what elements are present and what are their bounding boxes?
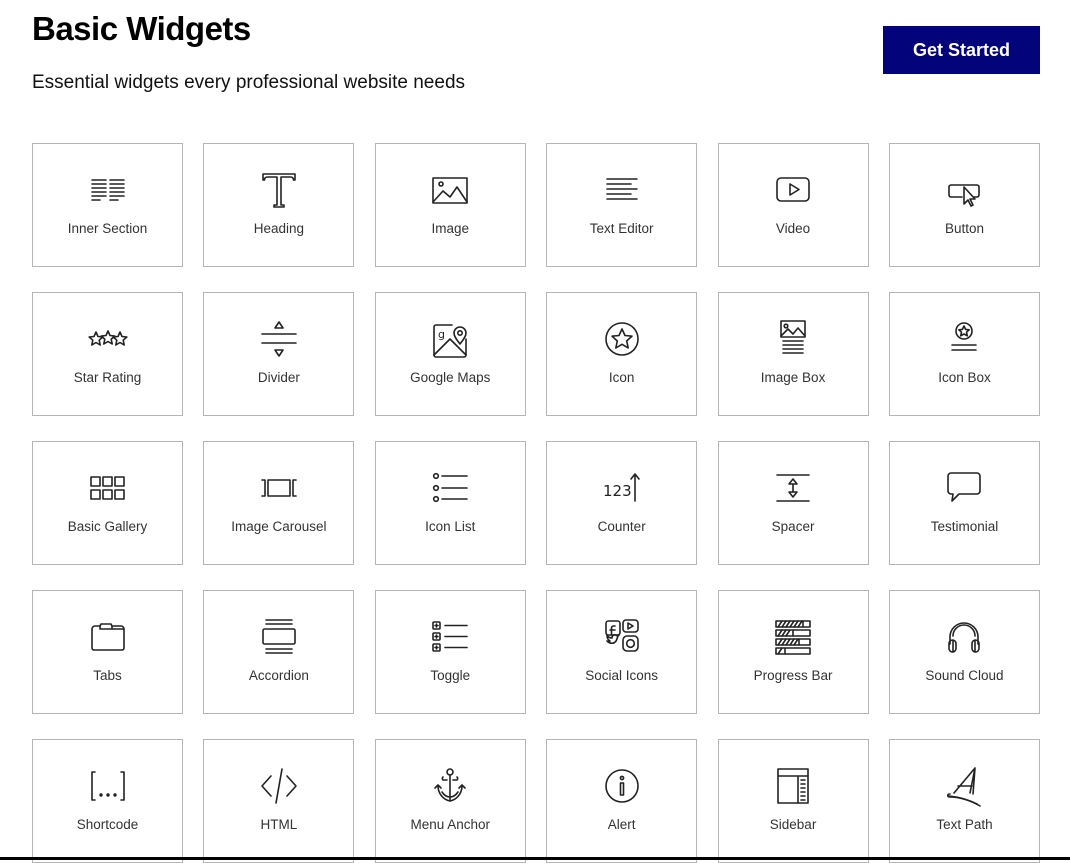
sidebar-layout-icon	[773, 766, 813, 806]
widget-label: Heading	[253, 221, 305, 236]
spacer-icon	[773, 468, 813, 508]
progress-bars-icon	[773, 617, 813, 657]
widget-label: Progress Bar	[753, 668, 833, 683]
widget-label: Inner Section	[67, 221, 148, 236]
widget-label: Shortcode	[76, 817, 139, 832]
toggle-list-icon	[430, 617, 470, 657]
carousel-icon	[259, 468, 299, 508]
widget-card-accordion[interactable]: Accordion	[203, 590, 355, 714]
star-circle-icon	[602, 319, 642, 359]
shortcode-brackets-icon	[88, 766, 128, 806]
widget-card-progress-bar[interactable]: Progress Bar	[717, 590, 869, 714]
widget-card-spacer[interactable]: Spacer	[717, 441, 869, 565]
svg-text:g: g	[438, 328, 445, 341]
tabs-folder-icon	[88, 617, 128, 657]
widget-label: Basic Gallery	[67, 519, 148, 534]
widget-label: Button	[944, 221, 984, 236]
widget-card-icon-list[interactable]: Icon List	[374, 441, 526, 565]
widget-card-sidebar[interactable]: Sidebar	[717, 739, 869, 863]
video-icon	[773, 170, 813, 210]
widget-card-icon[interactable]: Icon	[546, 292, 698, 416]
widget-label: Text Editor	[589, 221, 654, 236]
widget-label: Divider	[257, 370, 300, 385]
widget-label: Google Maps	[410, 370, 491, 385]
widget-label: Text Path	[936, 817, 993, 832]
widget-label: Video	[775, 221, 811, 236]
button-icon	[944, 170, 984, 210]
widget-card-inner-section[interactable]: Inner Section	[32, 143, 183, 267]
divider-icon	[259, 319, 299, 359]
widget-card-menu-anchor[interactable]: Menu Anchor	[374, 739, 526, 863]
widget-label: Icon	[608, 370, 635, 385]
counter-icon: 123	[602, 468, 642, 508]
widget-label: Menu Anchor	[410, 817, 491, 832]
social-icons-icon	[602, 617, 642, 657]
widget-label: Image Box	[760, 370, 826, 385]
widget-card-social-icons[interactable]: Social Icons	[546, 590, 698, 714]
widget-card-html[interactable]: HTML	[203, 739, 355, 863]
widget-card-text-path[interactable]: Text Path	[888, 739, 1040, 863]
speech-bubble-icon	[944, 468, 984, 508]
widget-label: HTML	[260, 817, 298, 832]
widget-label: Sound Cloud	[925, 668, 1004, 683]
accordion-icon	[259, 617, 299, 657]
image-box-icon	[773, 319, 813, 359]
widget-label: Spacer	[771, 519, 815, 534]
widget-label: Tabs	[93, 668, 122, 683]
gallery-grid-icon	[88, 468, 128, 508]
headphones-icon	[944, 617, 984, 657]
widget-label: Counter	[597, 519, 646, 534]
widget-card-text-editor[interactable]: Text Editor	[546, 143, 698, 267]
widget-card-tabs[interactable]: Tabs	[32, 590, 183, 714]
widget-grid: Inner Section Heading Image Text Editor …	[32, 143, 1040, 863]
heading-icon	[259, 170, 299, 210]
widget-card-star-rating[interactable]: Star Rating	[32, 292, 183, 416]
widget-card-heading[interactable]: Heading	[203, 143, 355, 267]
icon-list-icon	[430, 468, 470, 508]
widget-card-video[interactable]: Video	[717, 143, 869, 267]
widget-card-image-carousel[interactable]: Image Carousel	[203, 441, 355, 565]
widget-label: Sidebar	[769, 817, 817, 832]
anchor-icon	[430, 766, 470, 806]
widget-card-icon-box[interactable]: Icon Box	[888, 292, 1040, 416]
widget-label: Toggle	[430, 668, 471, 683]
text-path-icon	[944, 766, 984, 806]
widget-card-button[interactable]: Button	[888, 143, 1040, 267]
google-maps-icon: g	[430, 319, 470, 359]
widget-card-image[interactable]: Image	[374, 143, 526, 267]
star-rating-icon	[88, 319, 128, 359]
widget-card-toggle[interactable]: Toggle	[374, 590, 526, 714]
widget-label: Image Carousel	[231, 519, 327, 534]
svg-text:123: 123	[603, 482, 632, 500]
widget-card-google-maps[interactable]: g Google Maps	[374, 292, 526, 416]
code-icon	[259, 766, 299, 806]
widget-card-image-box[interactable]: Image Box	[717, 292, 869, 416]
text-editor-icon	[602, 170, 642, 210]
icon-box-icon	[944, 319, 984, 359]
widget-label: Icon Box	[938, 370, 991, 385]
widget-label: Alert	[607, 817, 636, 832]
widget-card-shortcode[interactable]: Shortcode	[32, 739, 183, 863]
page-subtitle: Essential widgets every professional web…	[32, 72, 466, 93]
widget-label: Testimonial	[930, 519, 999, 534]
image-icon	[430, 170, 470, 210]
inner-section-icon	[88, 170, 128, 210]
widget-card-testimonial[interactable]: Testimonial	[888, 441, 1040, 565]
get-started-button[interactable]: Get Started	[883, 26, 1040, 74]
widget-card-divider[interactable]: Divider	[203, 292, 355, 416]
widget-label: Image	[431, 221, 470, 236]
widget-label: Social Icons	[585, 668, 659, 683]
widget-label: Icon List	[425, 519, 476, 534]
widget-label: Star Rating	[73, 370, 142, 385]
widget-card-alert[interactable]: Alert	[546, 739, 698, 863]
widget-card-counter[interactable]: 123 Counter	[546, 441, 698, 565]
widget-card-basic-gallery[interactable]: Basic Gallery	[32, 441, 183, 565]
info-circle-icon	[602, 766, 642, 806]
page-title: Basic Widgets	[32, 10, 251, 47]
widget-card-sound-cloud[interactable]: Sound Cloud	[888, 590, 1040, 714]
widget-label: Accordion	[248, 668, 309, 683]
